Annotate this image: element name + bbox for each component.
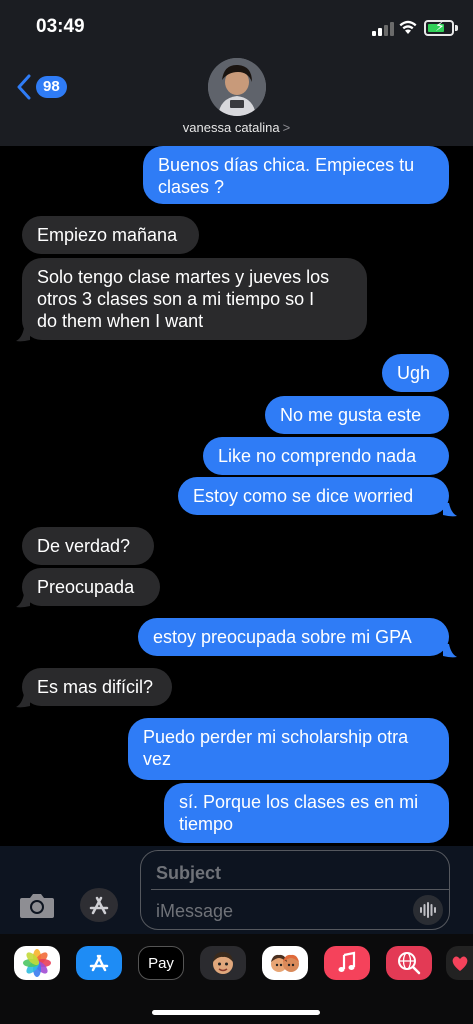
message-bubble-sent[interactable]: sí. Porque los clases es en mi tiempo <box>164 783 449 843</box>
heart-icon <box>452 956 467 971</box>
app-store-icon <box>89 896 109 915</box>
contact-name-button[interactable]: vanessa catalina > <box>0 120 473 135</box>
music-app-icon[interactable] <box>324 946 370 980</box>
bubble-tail-icon <box>443 503 457 517</box>
search-images-app-icon[interactable] <box>386 946 432 980</box>
bubble-tail-icon <box>16 328 30 342</box>
message-bubble-sent[interactable]: No me gusta este <box>265 396 449 434</box>
chevron-right-icon: > <box>282 120 291 135</box>
message-bubble-sent[interactable]: Buenos días chica. Empieces tu clases ? <box>143 146 449 204</box>
globe-search-icon <box>398 952 421 975</box>
apps-button[interactable] <box>80 888 118 922</box>
applepay-app-icon[interactable]: Pay <box>138 946 184 980</box>
subject-input[interactable]: Subject <box>156 863 221 884</box>
message-bubble-sent[interactable]: estoy preocupada sobre mi GPA <box>138 618 449 656</box>
applepay-label: Pay <box>148 954 174 972</box>
avatar-photo-icon <box>208 58 266 116</box>
bubble-tail-icon <box>16 594 30 608</box>
memoji-app-icon[interactable] <box>200 946 246 980</box>
photos-app-icon[interactable] <box>14 946 60 980</box>
message-bubble-received[interactable]: Solo tengo clase martes y jueves los otr… <box>22 258 367 340</box>
bubble-tail-icon <box>443 644 457 658</box>
compose-bar: Subject iMessage <box>0 846 473 934</box>
conversation-header: 03:49 ⚡ 98 vanessa catalina > <box>0 0 473 146</box>
chevron-left-icon <box>17 74 31 100</box>
unread-count-badge: 98 <box>36 76 67 98</box>
cellular-signal-icon <box>372 22 394 36</box>
message-compose-field[interactable]: Subject iMessage <box>140 850 450 930</box>
message-bubble-received[interactable]: De verdad? <box>22 527 154 565</box>
waveform-icon <box>420 902 436 918</box>
photos-flower-icon <box>23 949 51 977</box>
message-input[interactable]: iMessage <box>156 901 233 922</box>
back-button[interactable]: 98 <box>16 72 67 102</box>
message-bubble-sent[interactable]: Puedo perder mi scholarship otra vez <box>128 718 449 780</box>
contact-name: vanessa catalina <box>182 120 280 135</box>
compose-divider <box>151 889 449 890</box>
message-bubble-sent[interactable]: Estoy como se dice worried <box>178 477 449 515</box>
appstore-app-icon[interactable] <box>76 946 122 980</box>
battery-icon: ⚡ <box>424 18 454 36</box>
camera-icon[interactable] <box>18 890 56 920</box>
memoji-face-icon <box>213 952 233 974</box>
app-drawer: Pay <box>0 934 473 1024</box>
message-bubble-received[interactable]: Es mas difícil? <box>22 668 172 706</box>
bubble-tail-icon <box>16 694 30 708</box>
message-bubble-sent[interactable]: Like no comprendo nada <box>203 437 449 475</box>
contact-avatar[interactable] <box>208 58 266 116</box>
battery-tip <box>455 25 458 31</box>
memoji-stickers-app-icon[interactable] <box>262 946 308 980</box>
digital-touch-app-icon[interactable] <box>446 946 473 980</box>
message-bubble-sent[interactable]: Ugh <box>382 354 449 392</box>
message-bubble-received[interactable]: Empiezo mañana <box>22 216 199 254</box>
app-store-a-icon <box>89 954 109 972</box>
memoji-stickers-icon <box>271 954 299 972</box>
music-note-icon <box>338 951 356 972</box>
message-list[interactable]: Buenos días chica. Empieces tu clases ? … <box>0 146 473 846</box>
dictation-button[interactable] <box>413 895 443 925</box>
status-time: 03:49 <box>36 16 85 37</box>
home-indicator[interactable] <box>152 1010 320 1015</box>
wifi-icon <box>399 20 417 34</box>
message-bubble-received[interactable]: Preocupada <box>22 568 160 606</box>
charging-bolt-icon: ⚡ <box>435 18 445 34</box>
status-bar: 03:49 ⚡ <box>0 0 473 56</box>
